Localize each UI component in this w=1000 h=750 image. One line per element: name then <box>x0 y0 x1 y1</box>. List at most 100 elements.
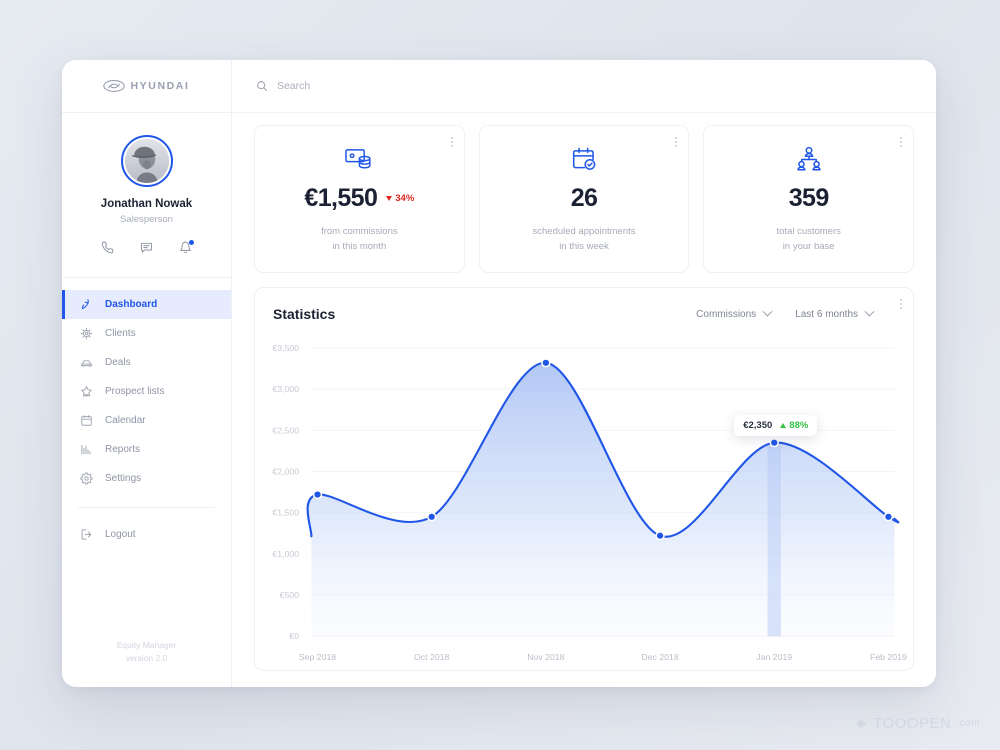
sidebar-item-label: Calendar <box>105 415 146 426</box>
chart-data-point[interactable] <box>542 360 550 367</box>
content: €1,550 34% from commissions in this mont… <box>232 113 936 687</box>
stat-caption-line2: in your base <box>782 240 835 252</box>
calendar-icon <box>81 415 92 426</box>
stat-caption: from commissions in this month <box>265 225 454 254</box>
watermark-suffix: .com <box>956 718 980 729</box>
avatar-photo-icon <box>124 139 169 183</box>
kebab-menu-icon[interactable] <box>900 137 903 147</box>
stat-card-customers: 359 total customers in your base <box>703 125 915 274</box>
topbar <box>232 60 936 113</box>
stat-caption: total customers in your base <box>714 225 903 254</box>
phone-icon[interactable] <box>101 241 114 259</box>
page-title: Statistics <box>273 306 336 323</box>
svg-text:Oct 2018: Oct 2018 <box>414 653 450 663</box>
chart-data-point[interactable] <box>771 440 778 447</box>
chart-data-point[interactable] <box>656 533 664 540</box>
sidebar-item-label: Deals <box>105 357 131 368</box>
dashboard-icon <box>81 299 89 310</box>
stat-value: 359 <box>788 184 830 212</box>
arrow-down-icon <box>386 196 393 201</box>
panel-controls: Commissions Last 6 months <box>696 306 895 320</box>
search-icon <box>257 81 267 91</box>
stat-delta: 34% <box>386 193 414 204</box>
kebab-menu-icon[interactable] <box>900 299 902 310</box>
profile-actions <box>101 240 194 259</box>
svg-text:€3,000: €3,000 <box>272 385 299 395</box>
svg-text:€0: €0 <box>289 632 299 642</box>
gear-icon <box>80 472 93 485</box>
svg-text:Feb 2019: Feb 2019 <box>870 653 907 663</box>
kebab-menu-icon[interactable] <box>450 137 453 147</box>
sidebar-item-dashboard[interactable]: Dashboard <box>62 290 231 319</box>
stat-cards-row: €1,550 34% from commissions in this mont… <box>254 125 915 274</box>
sidebar-item-settings[interactable]: Settings <box>62 464 231 493</box>
sidebar-item-label: Prospect lists <box>105 386 165 397</box>
chevron-down-icon <box>762 306 773 317</box>
car-icon <box>81 360 92 368</box>
brand-logo[interactable]: HYUNDAI <box>103 80 189 92</box>
stat-caption-line1: from commissions <box>321 226 398 237</box>
chart-svg: €0 €500 €1,000 €1,500 €2,000 €2,500 €3,000 €3,5… <box>272 343 907 663</box>
sidebar-item-prospect-lists[interactable]: Prospect lists <box>62 377 231 406</box>
svg-text:€2,000: €2,000 <box>272 467 299 477</box>
panel-header: Statistics Commissions Last 6 months <box>273 306 895 322</box>
metric-dropdown[interactable]: Commissions <box>696 306 773 320</box>
stat-value-row: 26 <box>490 184 679 213</box>
sidebar-nav: Dashboard Clients Deals Prospect lists C… <box>62 278 231 549</box>
avatar[interactable] <box>120 135 173 187</box>
svg-text:€3,500: €3,500 <box>272 343 299 353</box>
main-area: €1,550 34% from commissions in this mont… <box>232 60 936 687</box>
svg-text:Dec 2018: Dec 2018 <box>641 653 679 663</box>
logout-icon <box>81 529 92 540</box>
sidebar-item-calendar[interactable]: Calendar <box>62 406 231 435</box>
brand-name: HYUNDAI <box>130 80 190 92</box>
chart-area-fill <box>307 363 899 637</box>
sidebar-item-label: Logout <box>105 529 136 540</box>
sidebar-footer: Equity Manager version 2.0 <box>62 639 231 687</box>
stat-caption-line2: in this week <box>559 240 609 252</box>
svg-text:Nov 2018: Nov 2018 <box>527 653 565 663</box>
brand-header: HYUNDAI <box>62 60 231 113</box>
profile-block: Jonathan Nowak Salesperson <box>62 113 231 278</box>
svg-text:Sep 2018: Sep 2018 <box>299 653 337 663</box>
watermark-text: TOOOPEN <box>873 715 952 732</box>
sidebar-item-reports[interactable]: Reports <box>62 435 231 464</box>
tooltip-delta-value: 88% <box>789 420 809 432</box>
search-input[interactable] <box>277 80 517 92</box>
chart-x-axis-labels: Sep 2018 Oct 2018 Nov 2018 Dec 2018 Jan 2019… <box>299 653 907 663</box>
app-version-label: version 2.0 <box>125 652 168 663</box>
calendar-check-icon <box>490 143 679 175</box>
svg-text:€2,500: €2,500 <box>272 426 299 436</box>
sidebar-item-label: Dashboard <box>105 299 158 310</box>
bell-icon[interactable] <box>179 240 194 259</box>
chart-data-point[interactable] <box>885 514 892 521</box>
chart-data-point[interactable] <box>428 514 435 521</box>
kebab-menu-icon[interactable] <box>675 137 678 147</box>
notification-badge <box>189 240 194 245</box>
svg-text:€500: €500 <box>280 591 300 601</box>
stat-value: 26 <box>570 184 598 212</box>
stat-value-row: 359 <box>714 184 903 213</box>
hyundai-logo-icon <box>103 80 126 92</box>
stat-caption-line2: in this month <box>332 240 387 252</box>
sidebar-item-label: Clients <box>105 328 136 339</box>
sidebar-item-deals[interactable]: Deals <box>62 348 231 377</box>
chart-tooltip: €2,350 88% <box>734 415 818 437</box>
message-icon[interactable] <box>140 241 153 259</box>
tooltip-value: €2,350 <box>743 420 773 432</box>
bar-chart-icon <box>81 444 91 455</box>
clients-icon <box>80 327 93 340</box>
sidebar-item-logout[interactable]: Logout <box>62 520 231 549</box>
chevron-down-icon <box>864 306 875 317</box>
tooopen-logo-icon <box>856 717 866 728</box>
stat-value: €1,550 <box>304 184 378 212</box>
chart-data-point[interactable] <box>314 491 321 499</box>
stat-caption-line1: scheduled appointments <box>532 226 636 237</box>
sidebar-divider <box>78 507 215 508</box>
stat-caption: scheduled appointments in this week <box>490 225 679 254</box>
sidebar-item-clients[interactable]: Clients <box>62 319 231 348</box>
svg-text:€1,500: €1,500 <box>272 508 299 518</box>
sidebar-item-label: Settings <box>105 473 142 484</box>
watermark: TOOOPEN .com <box>854 715 980 732</box>
range-dropdown[interactable]: Last 6 months <box>795 306 875 320</box>
